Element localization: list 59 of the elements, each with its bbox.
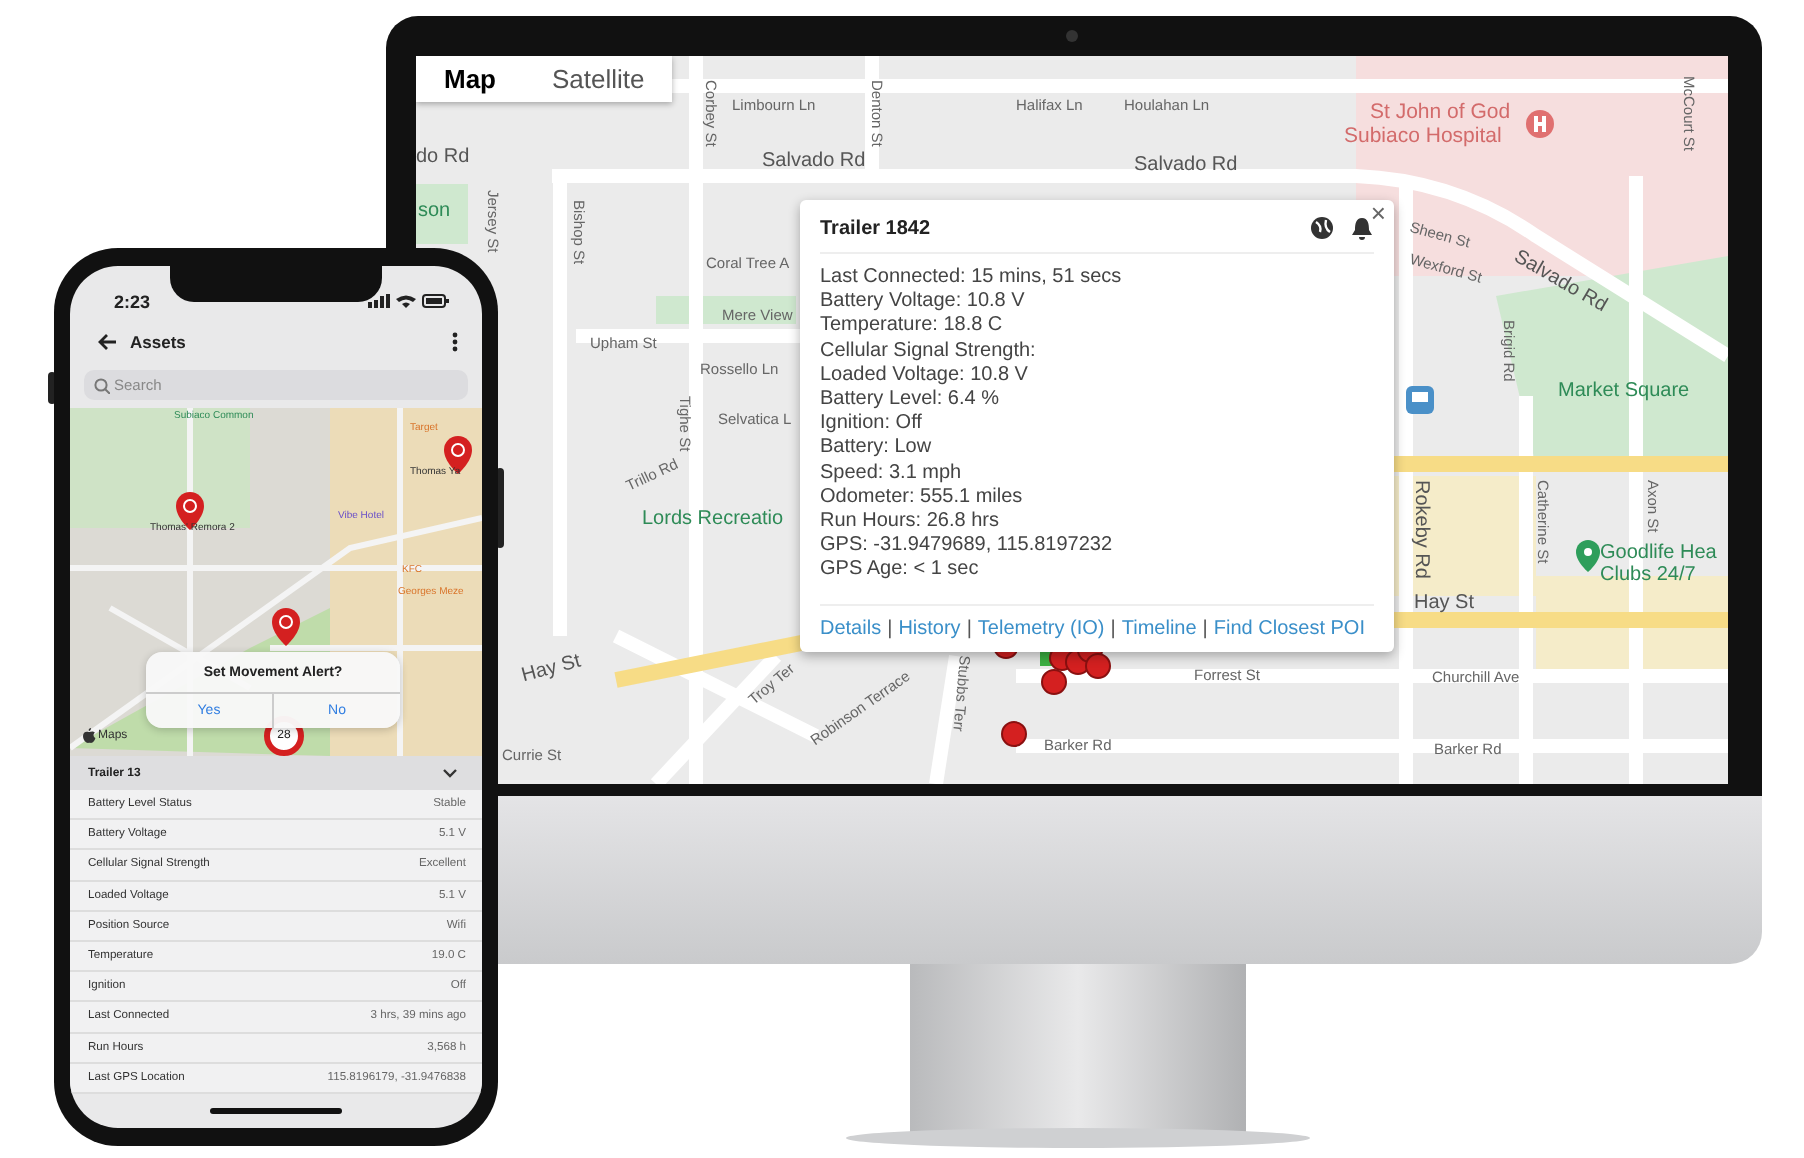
telemetry-line: Last Connected: 15 mins, 51 secs xyxy=(820,266,1124,291)
screen-title: Assets xyxy=(130,332,188,352)
map-pin-icon[interactable] xyxy=(442,436,474,474)
transit-icon xyxy=(1406,386,1434,414)
telemetry-line: Temperature: 18.8 C xyxy=(820,314,1005,340)
popup-link[interactable]: Timeline xyxy=(1121,617,1197,640)
home-indicator xyxy=(210,1108,342,1114)
street-label: Hay St xyxy=(520,652,584,688)
battery-icon xyxy=(422,294,450,308)
popup-link[interactable]: Telemetry (IO) xyxy=(977,617,1105,640)
telemetry-line: Speed: 3.1 mph xyxy=(820,461,964,486)
hospital-icon xyxy=(1526,110,1554,138)
street-label: St John of God xyxy=(1370,102,1511,123)
popup-link[interactable]: Find Closest POI xyxy=(1213,617,1365,640)
telemetry-line: Ignition: Off xyxy=(820,412,924,437)
link-separator: | xyxy=(1202,617,1208,640)
place-label: Market Square xyxy=(1558,382,1690,402)
popup-link[interactable]: History xyxy=(898,617,961,640)
link-separator: | xyxy=(887,617,893,640)
park-area xyxy=(416,184,468,244)
chevron-icon[interactable] xyxy=(442,766,458,780)
map-tab[interactable]: Map xyxy=(416,56,524,102)
popup-title: Trailer 1842 xyxy=(820,217,933,239)
popup-link[interactable]: Details xyxy=(820,617,882,640)
place-label: Clubs 24/7 xyxy=(1600,566,1696,586)
street-label: Salvado Rd xyxy=(1134,156,1238,176)
place-label: Goodlife Hea xyxy=(1600,544,1717,564)
bell-icon[interactable] xyxy=(1350,216,1374,240)
telemetry-line: Battery Level: 6.4 % xyxy=(820,388,1001,413)
link-separator: | xyxy=(1110,617,1116,640)
map-tab[interactable]: Satellite xyxy=(524,56,673,102)
globe-icon[interactable] xyxy=(1310,216,1334,240)
more-menu-icon[interactable] xyxy=(452,332,458,352)
street-label: Subiaco Hospital xyxy=(1344,126,1502,147)
apple-logo-icon xyxy=(82,728,96,744)
telemetry-line: GPS: -31.9479689, 115.8197232 xyxy=(820,534,1115,559)
telemetry-line: Battery: Low xyxy=(820,436,934,462)
pin-icon xyxy=(1576,540,1600,572)
telemetry-line: Battery Voltage: 10.8 V xyxy=(820,290,1027,315)
back-arrow-icon[interactable] xyxy=(98,332,118,352)
link-separator: | xyxy=(966,617,972,640)
street-label: Salvado Rd xyxy=(762,152,866,172)
telemetry-line: Cellular Signal Strength: xyxy=(820,339,1038,364)
telemetry-line: GPS Age: < 1 sec xyxy=(820,558,981,584)
park-area xyxy=(656,296,796,324)
place-label: son xyxy=(418,202,451,222)
wifi-icon xyxy=(396,294,416,308)
street-label: do Rd xyxy=(416,148,470,168)
telemetry-line: Odometer: 555.1 miles xyxy=(820,485,1025,511)
street-label: Rokeby Rd xyxy=(1410,480,1430,579)
map-pin-icon[interactable] xyxy=(270,608,302,646)
street-label: Hay St xyxy=(1414,594,1475,614)
signal-icon xyxy=(368,294,390,308)
telemetry-line: Loaded Voltage: 10.8 V xyxy=(820,363,1030,389)
status-time: 2:23 xyxy=(114,291,151,311)
close-button[interactable]: × xyxy=(1370,200,1386,226)
camera-icon xyxy=(1066,30,1078,42)
telemetry-line: Run Hours: 26.8 hrs xyxy=(820,510,1001,535)
place-label: Lords Recreatio xyxy=(642,510,784,530)
